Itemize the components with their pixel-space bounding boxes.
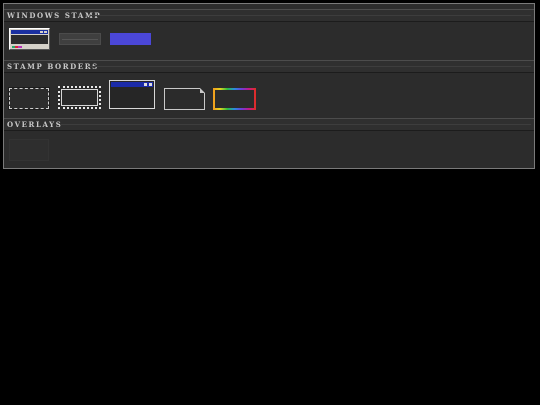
window-border[interactable]	[109, 80, 155, 109]
section-divider	[90, 15, 531, 16]
section-title: OVERLAYS	[7, 120, 63, 129]
status-bar	[12, 46, 22, 48]
section-header-stamp-borders: STAMP BORDERS	[4, 60, 534, 73]
blue-stamp-swatch[interactable]	[110, 33, 151, 45]
close-icon	[149, 83, 152, 86]
section-header-windows-stamp: WINDOWS STAMP	[4, 9, 534, 22]
rainbow-border[interactable]	[213, 88, 256, 110]
maximize-icon	[40, 31, 43, 33]
section-divider	[88, 66, 531, 67]
titlebar	[11, 30, 48, 34]
window-body	[11, 35, 48, 44]
section-title: STAMP BORDERS	[7, 62, 99, 71]
maximize-icon	[144, 83, 147, 86]
gray-stamp-swatch[interactable]	[59, 33, 101, 45]
stamp-panel: WINDOWS STAMP STAMP BORDERS OVERLAYS	[3, 3, 535, 169]
folded-page-border[interactable]	[164, 88, 205, 110]
scalloped-border[interactable]	[58, 86, 101, 109]
section-divider	[60, 124, 531, 125]
section-title: WINDOWS STAMP	[7, 11, 102, 20]
titlebar	[111, 82, 153, 87]
windows-stamp-preview[interactable]	[9, 28, 50, 50]
overlay-option[interactable]	[9, 139, 49, 161]
dotted-border[interactable]	[8, 87, 50, 110]
rainbow-border-inner	[215, 90, 254, 108]
section-header-overlays: OVERLAYS	[4, 118, 534, 131]
close-icon	[44, 31, 47, 33]
